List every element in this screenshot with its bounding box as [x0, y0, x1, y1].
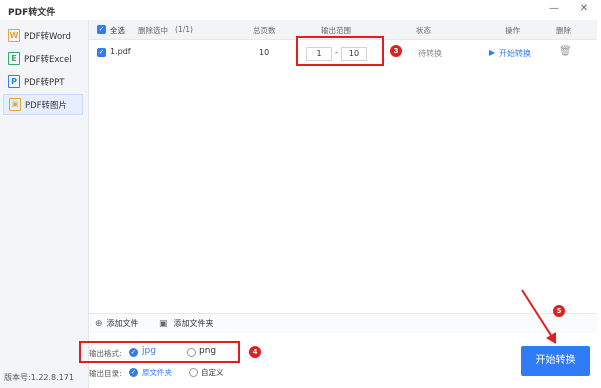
sidebar-item-label: PDF转Word	[24, 31, 71, 42]
sidebar-item-pdf-to-word[interactable]: W PDF转Word	[3, 25, 83, 46]
sidebar-item-pdf-to-image[interactable]: ▣ PDF转图片	[3, 94, 83, 115]
plus-circle-icon: ⊕	[95, 318, 103, 329]
sidebar-item-pdf-to-ppt[interactable]: P PDF转PPT	[3, 71, 83, 92]
badge-5: 5	[553, 305, 565, 317]
add-file-label: 添加文件	[106, 319, 139, 328]
start-convert-button[interactable]: 开始转换	[521, 346, 590, 376]
range-highlight	[296, 36, 384, 66]
row-checkbox[interactable]: ✓	[97, 48, 106, 57]
ppt-icon: P	[8, 75, 20, 88]
custom-label[interactable]: 自定义	[201, 367, 224, 378]
arrow-annotation	[521, 289, 556, 344]
start-row-button[interactable]: 开始转换	[499, 48, 531, 59]
play-icon: ▶	[489, 48, 496, 57]
file-count: (1/1)	[175, 25, 193, 34]
col-delete: 删除	[556, 26, 571, 35]
select-all-checkbox[interactable]: ✓	[97, 25, 106, 34]
sidebar-item-label: PDF转PPT	[24, 77, 65, 88]
excel-icon: E	[8, 52, 20, 65]
col-action: 操作	[505, 26, 520, 35]
source-folder-label[interactable]: 原文件夹	[142, 367, 172, 378]
folder-plus-icon: ▣	[159, 318, 168, 329]
clear-list-button[interactable]: 删除选中	[138, 25, 168, 36]
sidebar-item-pdf-to-excel[interactable]: E PDF转Excel	[3, 48, 83, 69]
trash-icon[interactable]: 🗑	[559, 46, 572, 57]
sidebar-item-label: PDF转图片	[25, 100, 68, 111]
col-status: 状态	[416, 26, 431, 35]
version-label: 版本号:1.22.8.171	[4, 373, 74, 382]
image-icon: ▣	[9, 98, 21, 111]
badge-4: 4	[249, 346, 261, 358]
add-file-button[interactable]: ⊕ 添加文件	[95, 318, 139, 329]
select-all-label[interactable]: 全选	[110, 25, 125, 36]
word-icon: W	[8, 29, 20, 42]
radio-custom[interactable]	[189, 368, 198, 377]
sidebar-item-label: PDF转Excel	[24, 54, 72, 65]
col-range: 输出范围	[321, 26, 351, 35]
file-name: 1.pdf	[110, 47, 131, 56]
dir-label: 输出目录:	[89, 369, 122, 378]
add-folder-button[interactable]: ▣ 添加文件夹	[159, 318, 214, 329]
radio-source-folder[interactable]: ✓	[129, 368, 138, 377]
minimize-icon[interactable]: —	[547, 3, 561, 14]
app-title: PDF转文件	[8, 8, 56, 18]
format-highlight	[79, 341, 240, 363]
status-label: 待转换	[418, 49, 442, 58]
close-icon[interactable]: ✕	[577, 3, 591, 14]
col-total-pages: 总页数	[253, 26, 276, 35]
title-bar: PDF转文件 — ✕	[0, 0, 601, 20]
add-folder-label: 添加文件夹	[173, 319, 214, 328]
sidebar: W PDF转Word E PDF转Excel P PDF转PPT ▣ PDF转图…	[0, 20, 89, 388]
page-count: 10	[259, 48, 270, 57]
badge-3: 3	[390, 45, 402, 57]
